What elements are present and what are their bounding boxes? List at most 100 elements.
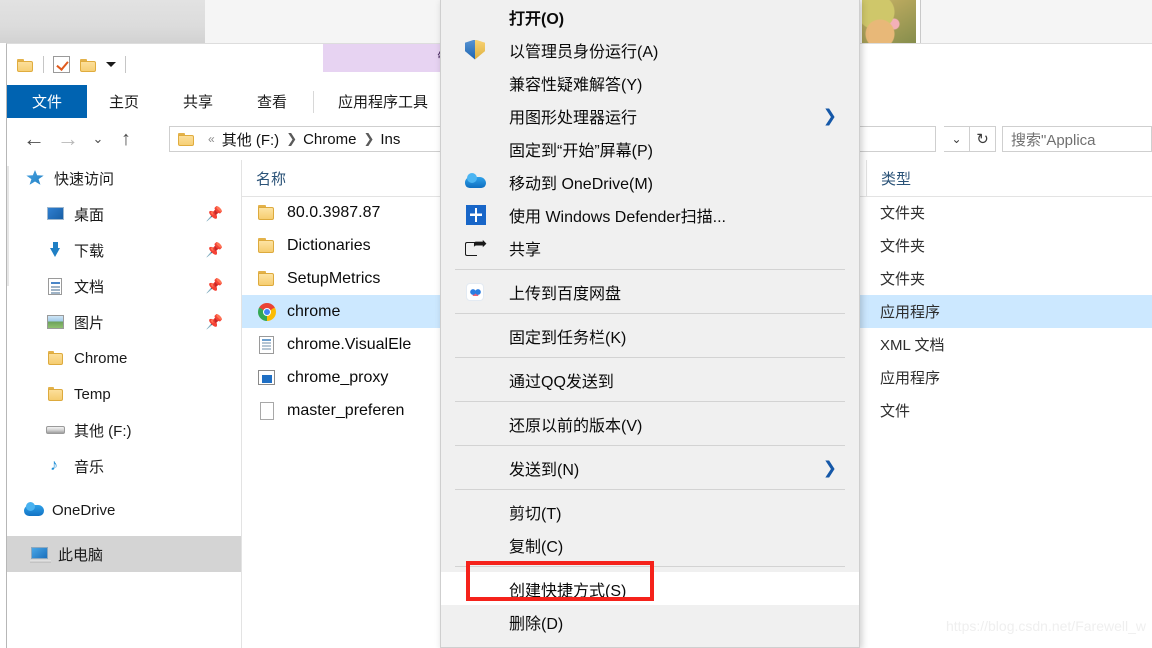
menu-item-label: 共享 (509, 241, 542, 259)
menu-item-run-with-graphics-processor[interactable]: 用图形处理器运行 ❯ (441, 99, 859, 132)
pin-icon[interactable]: 📌 (206, 278, 223, 295)
onedrive-icon (23, 501, 45, 519)
refresh-button[interactable]: ↻ (970, 126, 996, 152)
menu-item-cut[interactable]: 剪切(T) (441, 495, 859, 528)
tab-file-label: 文件 (31, 94, 62, 111)
downloads-icon (45, 241, 67, 259)
breadcrumb-overflow[interactable]: « (208, 132, 215, 146)
column-header-name-label: 名称 (256, 170, 287, 188)
tab-file[interactable]: 文件 (7, 85, 87, 118)
column-header-type[interactable]: 类型 (866, 160, 1066, 196)
watermark-text: https://blog.csdn.net/Farewell_w (946, 618, 1146, 634)
address-dropdown-button[interactable]: ⌄ (944, 126, 970, 152)
menu-item-run-as-administrator[interactable]: 以管理员身份运行(A) (441, 33, 859, 66)
breadcrumb-item-1[interactable]: Chrome (303, 131, 356, 148)
menu-item-move-to-onedrive[interactable]: 移动到 OneDrive(M) (441, 165, 859, 198)
folder-icon (256, 203, 278, 223)
sidebar-item-other-drive[interactable]: 其他 (F:) (7, 412, 241, 448)
sidebar-item-quick-access[interactable]: 快速访问 (7, 160, 241, 196)
toolbar-divider-2 (125, 56, 126, 73)
folder-icon (178, 132, 195, 146)
sidebar-item-temp[interactable]: Temp (7, 376, 241, 412)
sidebar-item-downloads[interactable]: 下载 📌 (7, 232, 241, 268)
tab-application-tools[interactable]: 应用程序工具 (318, 85, 448, 118)
new-folder-icon[interactable] (80, 58, 97, 72)
menu-item-upload-to-baidu-netdisk[interactable]: 上传到百度网盘 (441, 275, 859, 308)
chevron-right-icon: ❯ (822, 458, 837, 477)
sidebar-item-label: OneDrive (52, 501, 116, 519)
menu-item-label: 重命名(M) (509, 643, 581, 648)
search-input[interactable]: 搜索"Applica (1002, 126, 1152, 152)
tab-share-label: 共享 (183, 94, 214, 111)
chevron-down-icon: ⌄ (92, 131, 104, 146)
menu-item-pin-to-taskbar[interactable]: 固定到任务栏(K) (441, 319, 859, 352)
menu-item-label: 发送到(N) (509, 461, 580, 479)
folder-icon (45, 349, 67, 367)
back-button[interactable]: ← (17, 118, 51, 160)
menu-item-send-to[interactable]: 发送到(N) ❯ (441, 451, 859, 484)
chrome-icon (256, 302, 278, 322)
sidebar-item-label: 文档 (74, 278, 105, 296)
menu-item-share[interactable]: 共享 (441, 231, 859, 264)
customize-dropdown-icon[interactable] (106, 62, 116, 67)
sidebar-item-label: 快速访问 (54, 170, 115, 188)
menu-separator (455, 445, 845, 446)
menu-item-label: 复制(C) (509, 538, 564, 556)
sidebar-item-label: Chrome (74, 349, 128, 367)
menu-item-pin-to-start[interactable]: 固定到“开始”屏幕(P) (441, 132, 859, 165)
menu-item-restore-previous-versions[interactable]: 还原以前的版本(V) (441, 407, 859, 440)
sidebar-item-pictures[interactable]: 图片 📌 (7, 304, 241, 340)
menu-item-label: 剪切(T) (509, 505, 562, 523)
pin-icon[interactable]: 📌 (206, 242, 223, 259)
tab-home[interactable]: 主页 (87, 85, 161, 118)
star-icon (25, 169, 47, 187)
folder-icon (256, 236, 278, 256)
pictures-icon (45, 313, 67, 331)
sidebar-item-documents[interactable]: 文档 📌 (7, 268, 241, 304)
sidebar-item-this-pc[interactable]: 此电脑 (7, 536, 241, 572)
chevron-right-icon: ❯ (822, 106, 837, 125)
menu-item-send-via-qq[interactable]: 通过QQ发送到 (441, 363, 859, 396)
sidebar-item-chrome[interactable]: Chrome (7, 340, 241, 376)
sidebar-item-onedrive[interactable]: OneDrive (7, 492, 241, 528)
chevron-right-icon[interactable]: ❯ (286, 131, 297, 147)
properties-checkbox-icon[interactable] (53, 56, 70, 73)
tab-share[interactable]: 共享 (161, 85, 235, 118)
menu-item-open[interactable]: 打开(O) (441, 0, 859, 33)
file-name-label: chrome.VisualEle (287, 335, 412, 353)
up-button[interactable]: ↑ (111, 118, 141, 160)
file-type-cell: 文件夹 (880, 205, 926, 222)
sidebar-item-music[interactable]: ♪ 音乐 (7, 448, 241, 484)
music-icon: ♪ (50, 457, 58, 474)
menu-separator (455, 401, 845, 402)
uac-shield-icon (465, 39, 487, 60)
file-type-cell: 文件夹 (880, 238, 926, 255)
breadcrumb-item-2[interactable]: Ins (380, 131, 400, 148)
menu-item-scan-with-defender[interactable]: 使用 Windows Defender扫描... (441, 198, 859, 231)
menu-item-rename[interactable]: 重命名(M) (441, 638, 859, 648)
tab-view[interactable]: 查看 (235, 85, 309, 118)
pin-icon[interactable]: 📌 (206, 314, 223, 331)
menu-separator (455, 269, 845, 270)
exe-file-icon (256, 368, 278, 388)
folder-icon (45, 385, 67, 403)
desktop-icon (45, 205, 67, 223)
file-type-cell: XML 文档 (880, 337, 945, 354)
menu-item-create-shortcut[interactable]: 创建快捷方式(S) (441, 572, 859, 605)
menu-item-copy[interactable]: 复制(C) (441, 528, 859, 561)
chevron-right-icon-2[interactable]: ❯ (363, 131, 374, 147)
breadcrumb-item-0[interactable]: 其他 (F:) (222, 129, 280, 150)
folder-icon[interactable] (17, 58, 34, 72)
menu-item-label: 用图形处理器运行 (509, 109, 638, 127)
file-name-label: Dictionaries (287, 236, 371, 254)
documents-icon (45, 277, 67, 295)
forward-button[interactable]: → (51, 118, 85, 160)
column-header-type-label: 类型 (881, 170, 912, 188)
menu-item-delete[interactable]: 删除(D) (441, 605, 859, 638)
sidebar-item-desktop[interactable]: 桌面 📌 (7, 196, 241, 232)
xml-file-icon (256, 335, 278, 355)
pin-icon[interactable]: 📌 (206, 206, 223, 223)
file-type-cell: 应用程序 (866, 301, 1066, 322)
menu-item-compatibility-troubleshoot[interactable]: 兼容性疑难解答(Y) (441, 66, 859, 99)
recent-locations-button[interactable]: ⌄ (85, 118, 111, 160)
